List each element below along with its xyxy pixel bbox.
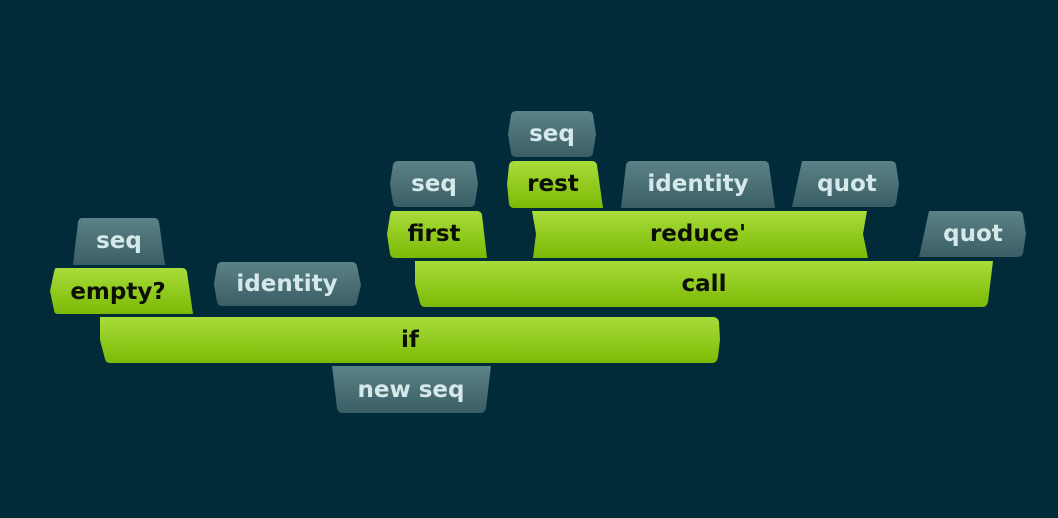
value-label: seq xyxy=(529,121,575,147)
word-block-call[interactable]: call xyxy=(415,261,993,307)
value-block-seq[interactable]: seq xyxy=(73,218,165,265)
value-block-seq[interactable]: seq xyxy=(390,161,478,207)
word-label: rest xyxy=(527,171,579,197)
word-label: if xyxy=(401,327,420,353)
value-block-identity[interactable]: identity xyxy=(214,262,361,306)
value-block-seq[interactable]: seq xyxy=(508,111,596,157)
stack-diagram-canvas: seq empty? identity if new seq seq first… xyxy=(50,111,1026,413)
word-label: first xyxy=(407,221,460,247)
value-block-identity[interactable]: identity xyxy=(621,161,775,208)
value-label: seq xyxy=(96,228,142,254)
value-label: quot xyxy=(817,171,877,197)
value-label: new seq xyxy=(358,377,465,403)
word-label: call xyxy=(682,271,727,297)
value-block-quot[interactable]: quot xyxy=(919,211,1026,257)
word-block-reduce[interactable]: reduce' xyxy=(532,211,868,258)
word-block-rest[interactable]: rest xyxy=(507,161,603,208)
value-label: identity xyxy=(647,171,748,197)
word-label: empty? xyxy=(70,279,165,305)
word-block-empty[interactable]: empty? xyxy=(50,268,193,314)
word-block-first[interactable]: first xyxy=(387,211,487,258)
word-block-if[interactable]: if xyxy=(100,317,720,363)
value-block-quot[interactable]: quot xyxy=(792,161,899,207)
value-block-new-seq[interactable]: new seq xyxy=(332,366,491,413)
value-label: identity xyxy=(236,271,337,297)
word-label: reduce' xyxy=(650,221,746,247)
value-label: seq xyxy=(411,171,457,197)
value-label: quot xyxy=(943,221,1003,247)
